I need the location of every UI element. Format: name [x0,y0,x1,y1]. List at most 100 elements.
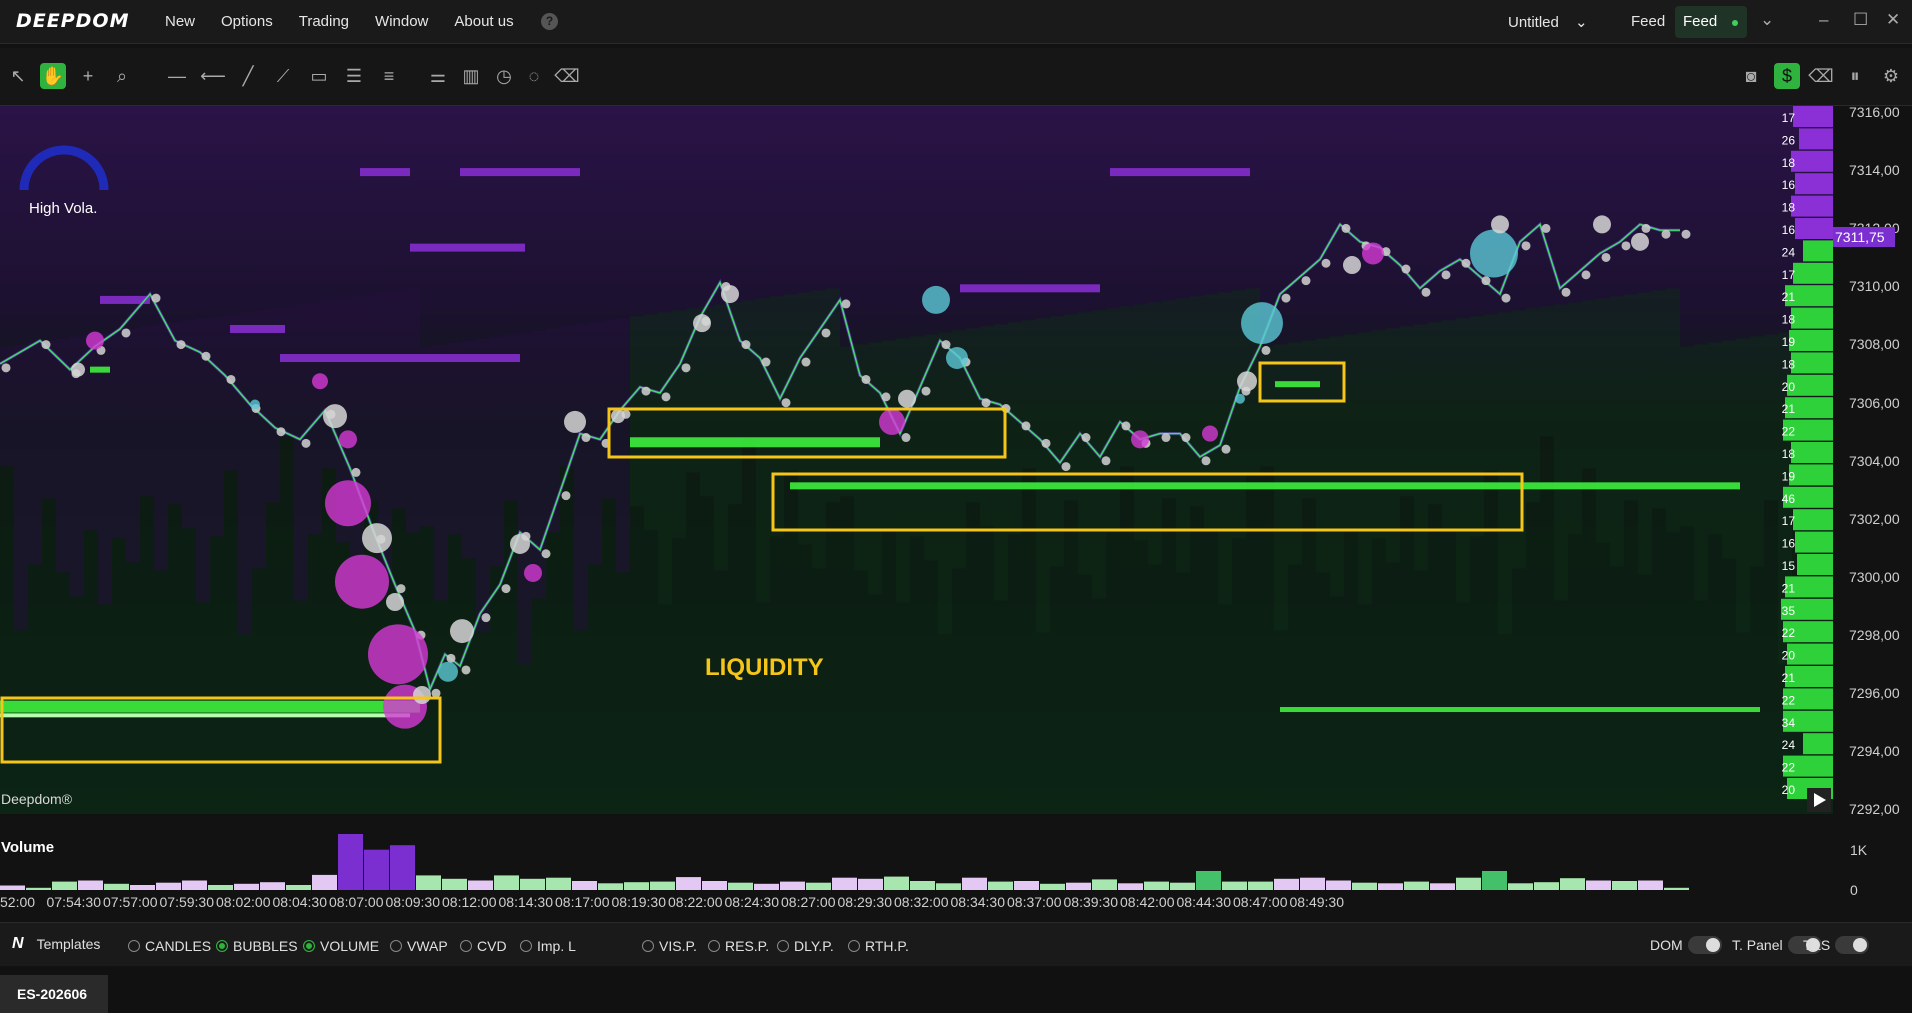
option-res-p-[interactable]: RES.P. [708,938,769,954]
app-logo: DEEPDOM [16,10,130,32]
toggle-t-s[interactable]: T&S [1803,936,1870,954]
menu-trading[interactable]: Trading [299,13,349,30]
maximize-icon[interactable]: ☐ [1853,10,1868,30]
trade-dot [861,374,871,384]
ray-icon[interactable]: ⟵ [200,63,226,89]
toolbar-right-gear-icon[interactable]: ⚙ [1878,63,1904,89]
toggle-dom[interactable]: DOM [1650,936,1722,954]
dom-size-label: 21 [1782,402,1796,416]
menu-new[interactable]: New [165,13,195,30]
time-tick: 08:19:30 [611,894,667,910]
option-label: CANDLES [145,938,212,954]
drawing-toolbar: ↖ ✋ + ⌕ — ⟵ ╱ ⟋ ▭ ☰ ≡ ⚌ ▥ ◷ ◌ ⌫ ◙ $ ⌫ ⏸ ⚙ [0,48,1912,106]
settings-sliders-icon[interactable]: ⚌ [425,63,451,89]
minimize-icon[interactable]: – [1819,10,1828,30]
option-candles[interactable]: CANDLES [128,938,211,954]
trade-bubble [1593,215,1611,234]
menu-window[interactable]: Window [375,13,428,30]
heatmap-cell [126,328,140,563]
heatmap-cell [700,306,714,497]
heatmap-cell [1666,288,1680,533]
help-icon[interactable]: ? [541,13,558,30]
volume-bar [1508,883,1533,890]
templates-button[interactable]: N Templates [12,935,100,953]
bar-chart-icon[interactable]: ▥ [458,63,484,89]
eraser-icon[interactable]: ⌫ [554,63,580,89]
volume-bar [78,880,103,890]
trade-dot [881,392,891,402]
volume-bar [1430,883,1455,890]
heatmap-cell [1610,296,1624,567]
trade-dot [681,363,691,373]
trade-dot [741,340,751,350]
heatmap-cell [14,344,28,631]
trade-dot [1061,462,1071,472]
option-bubbles[interactable]: BUBBLES [216,938,298,954]
heatmap-cell [476,338,490,633]
volume-bar [1586,880,1611,890]
heatmap-chart[interactable]: 17 26 18 16 18 16 24 17 21 18 19 18 20 21 22 18 19 46 17 16… [0,106,1833,814]
time-tick: 08:49:30 [1289,894,1345,910]
zoom-icon[interactable]: ⌕ [109,63,135,89]
option-vis-p-[interactable]: VIS.P. [642,938,697,954]
volume-bar [988,881,1013,890]
symbol-tab-bar: ES-202606 [0,967,1912,1013]
dom-size-label: 16 [1782,178,1796,192]
trend-line-icon[interactable]: ╱ [235,63,261,89]
heatmap-cell [1456,318,1470,603]
option-rth-p-[interactable]: RTH.P. [848,938,909,954]
toolbar-right-eraser-icon[interactable]: ⌫ [1808,63,1834,89]
price-tick: 7302,00 [1849,510,1900,527]
volume-bar [1560,878,1585,890]
hand-icon[interactable]: ✋ [40,63,66,89]
trade-dot [41,340,51,350]
option-vwap[interactable]: VWAP [390,938,448,954]
crosshair-icon[interactable]: + [75,63,101,89]
fib-icon[interactable]: ≡ [376,63,402,89]
radio-icon [520,940,532,952]
rectangle-icon[interactable]: ▭ [306,63,332,89]
heatmap-cell [1414,324,1428,571]
toggle-label: T&S [1803,937,1831,953]
toolbar-right-pause-icon[interactable]: ⏸ [1842,63,1868,89]
heatmap-cell [238,312,252,635]
option-imp-l[interactable]: Imp. L [520,938,576,954]
close-icon[interactable]: ✕ [1886,10,1900,30]
channel-icon[interactable]: ☰ [341,63,367,89]
toolbar-right-camera-icon[interactable]: ◙ [1738,63,1764,89]
trade-dot [431,688,441,698]
feed-status-button[interactable]: Feed [1675,6,1747,38]
toolbar-right-dollar-icon[interactable]: $ [1774,63,1800,89]
time-tick: 08:02:00 [216,894,271,910]
option-cvd[interactable]: CVD [460,938,507,954]
heatmap-cell [28,342,42,565]
volume-bar [442,878,467,890]
dom-size-label: 24 [1782,738,1796,752]
measure-icon[interactable]: ⟋ [270,63,296,89]
menu-options[interactable]: Options [221,13,273,30]
trade-dot [941,340,951,350]
heatmap-cell [140,326,154,497]
trade-dot [1341,223,1351,233]
trade-dot [661,392,671,402]
comment-icon[interactable]: ◌ [521,63,547,89]
trade-dot [1101,456,1111,466]
heatmap-cell [896,338,910,603]
pointer-icon[interactable]: ↖ [5,63,31,89]
trade-dot [201,351,211,361]
volume-bar [1092,879,1117,890]
trade-bubble [721,285,739,304]
heatmap-cell [210,316,224,537]
timer-icon[interactable]: ◷ [491,63,517,89]
feed-chevron-down-icon[interactable]: ⌄ [1760,10,1774,30]
trade-dot [1301,276,1311,286]
option-dly-p-[interactable]: DLY.P. [777,938,834,954]
heatmap-cell [1750,336,1764,567]
workspace-selector[interactable]: Untitled ⌄ [1508,13,1588,31]
horizontal-line-icon[interactable]: — [164,63,190,89]
option-volume[interactable]: VOLUME [303,938,379,954]
symbol-tab[interactable]: ES-202606 [0,975,108,1013]
trade-bubble [1131,430,1149,449]
time-tick: 07:57:00 [103,894,158,910]
menu-about-us[interactable]: About us [454,13,513,30]
